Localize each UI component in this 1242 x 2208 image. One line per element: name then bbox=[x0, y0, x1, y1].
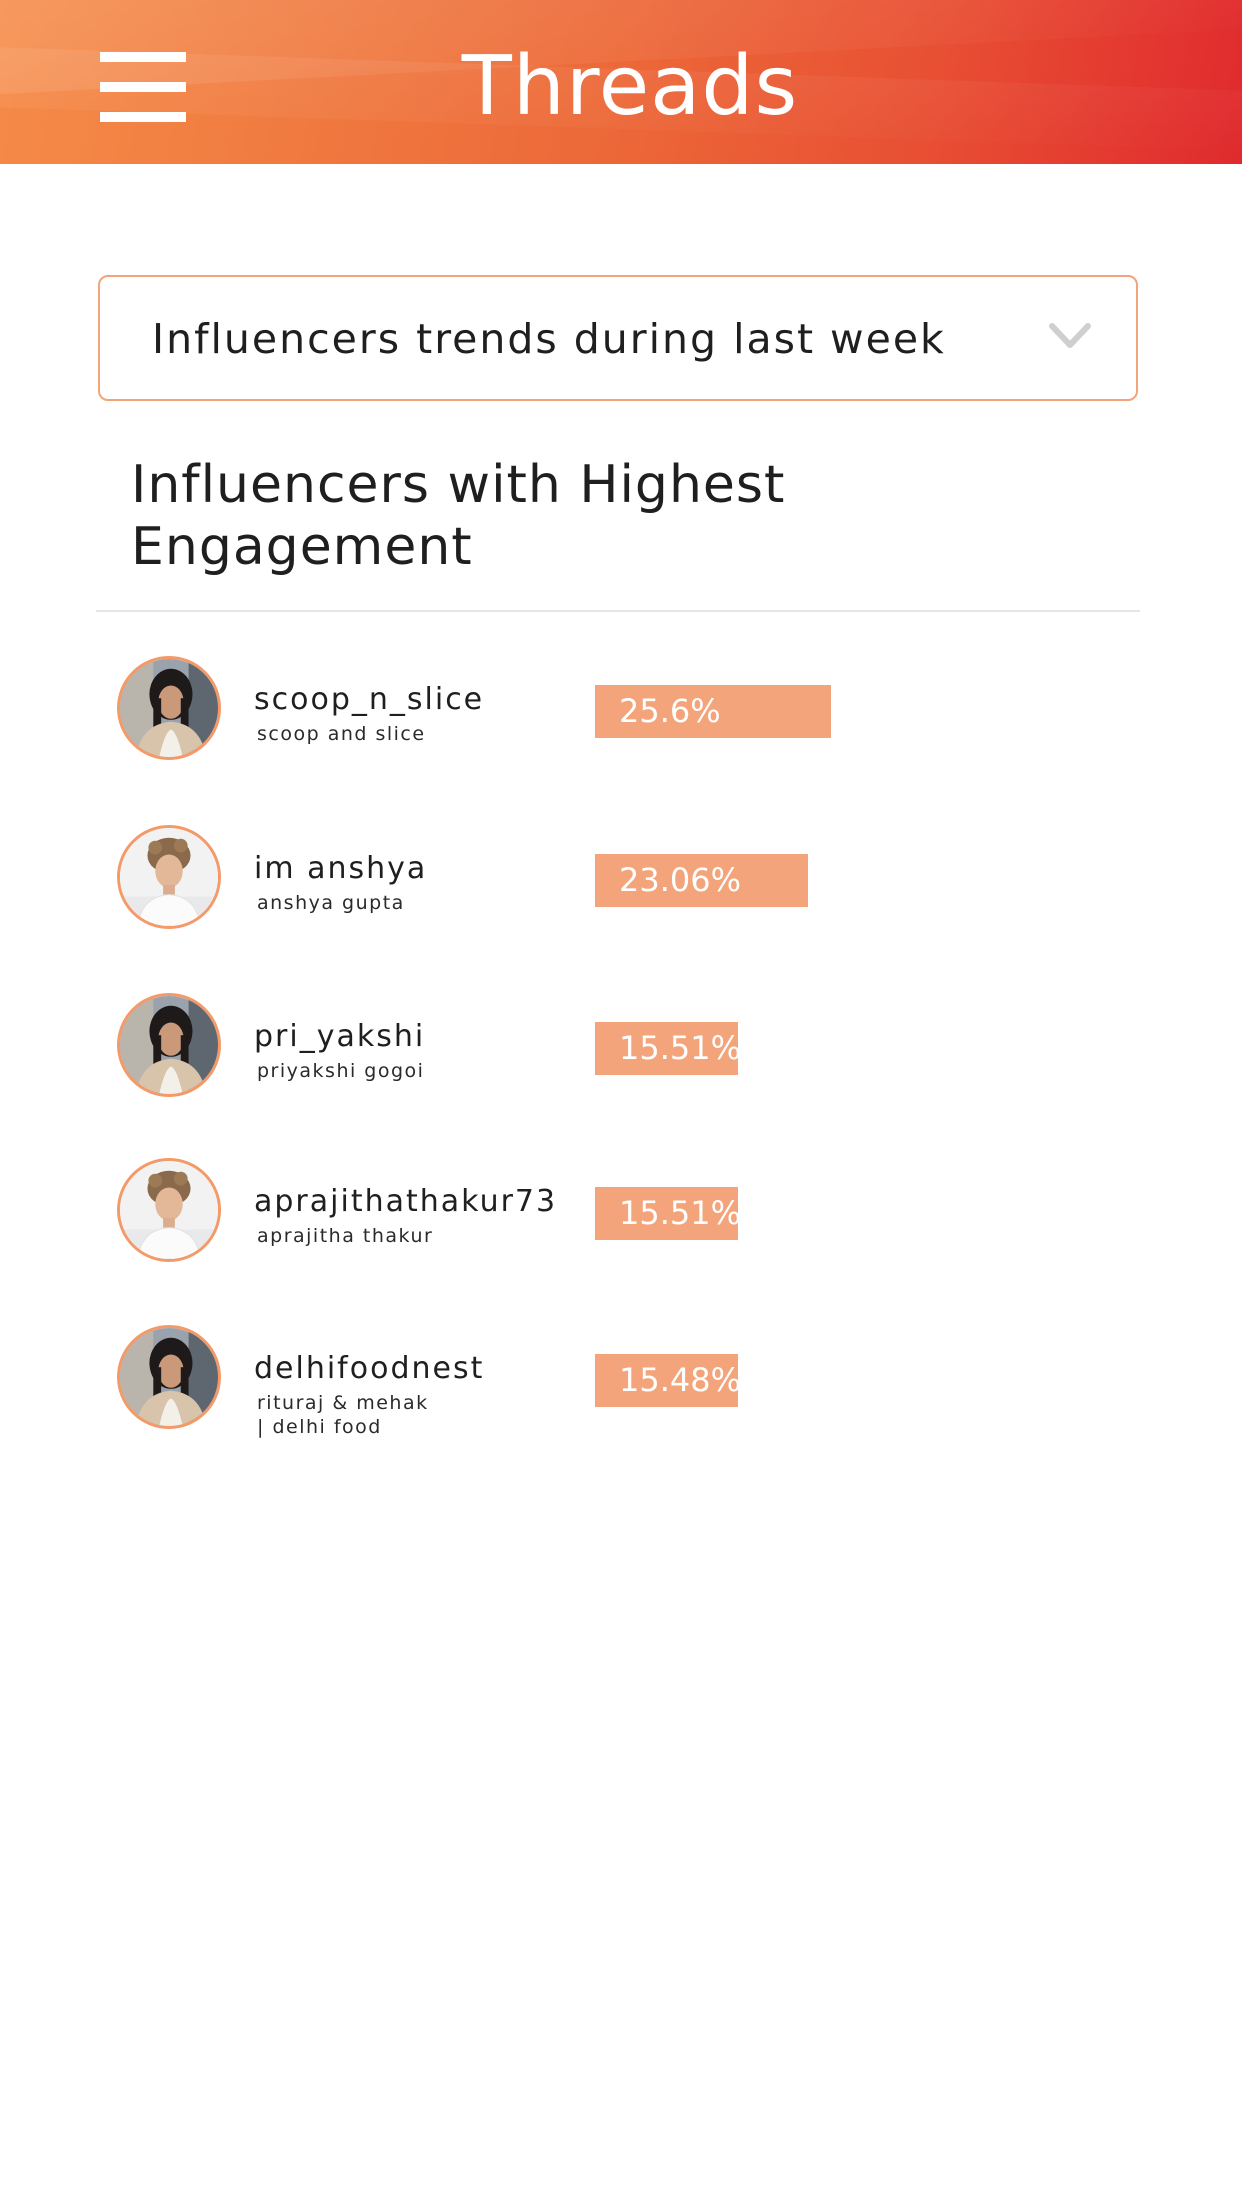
menu-bar-middle bbox=[100, 82, 186, 92]
influencer-handle[interactable]: delhifoodnest bbox=[254, 1351, 484, 1386]
influencer-handle[interactable]: aprajithathakur73 bbox=[254, 1184, 557, 1219]
influencer-handle[interactable]: scoop_n_slice bbox=[254, 682, 484, 717]
influencer-handle[interactable]: pri_yakshi bbox=[254, 1019, 425, 1054]
engagement-value-label: 15.51% bbox=[619, 1029, 742, 1067]
influencer-row[interactable]: aprajithathakur73 aprajitha thakur 15.51% bbox=[114, 1158, 1114, 1278]
app-header: Threads bbox=[0, 0, 1242, 164]
menu-bar-top bbox=[100, 52, 186, 62]
engagement-value-label: 15.51% bbox=[619, 1194, 742, 1232]
avatar[interactable] bbox=[117, 825, 221, 929]
influencer-row[interactable]: im anshya anshya gupta 23.06% bbox=[114, 825, 1114, 945]
influencer-name: rituraj & mehak | delhi food bbox=[257, 1392, 429, 1438]
menu-bar-bottom bbox=[100, 112, 186, 122]
engagement-bar: 25.6% bbox=[595, 685, 831, 738]
engagement-bar: 23.06% bbox=[595, 854, 808, 907]
section-title: Influencers with Highest Engagement bbox=[131, 455, 786, 577]
influencer-name: anshya gupta bbox=[257, 892, 405, 914]
engagement-bar: 15.51% bbox=[595, 1022, 742, 1075]
avatar[interactable] bbox=[117, 993, 221, 1097]
influencer-handle[interactable]: im anshya bbox=[254, 851, 427, 886]
influencer-name: priyakshi gogoi bbox=[257, 1060, 425, 1082]
influencer-row[interactable]: delhifoodnest rituraj & mehak | delhi foo… bbox=[114, 1325, 1114, 1445]
avatar[interactable] bbox=[117, 1158, 221, 1262]
avatar[interactable] bbox=[117, 656, 221, 760]
app-logo[interactable]: Threads bbox=[440, 34, 820, 134]
influencer-name: aprajitha thakur bbox=[257, 1225, 434, 1247]
hamburger-menu-icon[interactable] bbox=[100, 52, 186, 122]
influencer-name: scoop and slice bbox=[257, 723, 426, 745]
engagement-value-label: 15.48% bbox=[619, 1361, 742, 1399]
avatar[interactable] bbox=[117, 1325, 221, 1429]
engagement-bar: 15.51% bbox=[595, 1187, 742, 1240]
engagement-value-label: 23.06% bbox=[619, 861, 742, 899]
engagement-value-label: 25.6% bbox=[619, 692, 721, 730]
section-divider bbox=[96, 610, 1140, 612]
dropdown-selected-value: Influencers trends during last week bbox=[152, 315, 946, 363]
chevron-down-icon bbox=[1049, 323, 1091, 348]
trend-period-dropdown[interactable]: Influencers trends during last week bbox=[98, 275, 1138, 401]
logo-text: Threads bbox=[461, 39, 798, 134]
influencer-row[interactable]: scoop_n_slicescoop and slice 25.6% bbox=[114, 656, 1114, 776]
engagement-bar: 15.48% bbox=[595, 1354, 742, 1407]
influencer-row[interactable]: pri_yakshi priyakshi gogoi 15.51% bbox=[114, 993, 1114, 1113]
